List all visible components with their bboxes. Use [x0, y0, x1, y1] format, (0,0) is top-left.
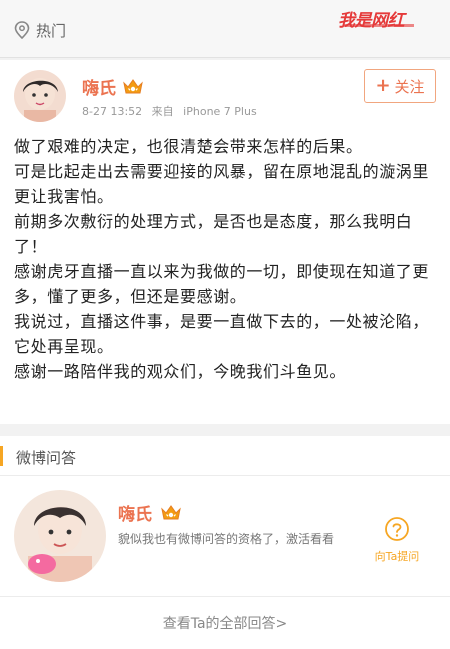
ask-question-button[interactable]: 向Ta提问	[362, 516, 432, 572]
username-text: 嗨氏	[82, 79, 116, 99]
follow-button[interactable]: + 关注	[364, 69, 436, 103]
watermark-text: 我是网红	[338, 11, 405, 31]
weibo-qa-section: 微博问答 嗨氏 貌似我也有微博问答的资格了，激活看看 向Ta提问 查看Ta的全部…	[0, 436, 450, 649]
plus-icon: +	[375, 75, 391, 96]
post-source-prefix: 来自	[151, 105, 174, 118]
post-card: 嗨氏 8-27 13:52 来自 iPhone 7 Plus + 关注 做了艰难…	[0, 60, 450, 424]
post-meta: 8-27 13:52 来自 iPhone 7 Plus	[82, 103, 263, 119]
ask-label: 向Ta提问	[374, 550, 420, 563]
section-title: 微博问答	[16, 449, 77, 467]
hot-label: 热门	[36, 21, 67, 40]
crown-badge-icon	[122, 78, 144, 96]
view-all-answers-link[interactable]: 查看Ta的全部回答>	[0, 596, 450, 649]
post-paragraph: 可是比起走出去需要迎接的风暴，留在原地混乱的漩涡里更让我害怕。	[14, 162, 430, 206]
post-time: 8-27 13:52	[82, 105, 143, 118]
hot-link[interactable]: 热门	[14, 18, 66, 42]
qa-username[interactable]: 嗨氏	[118, 500, 182, 525]
avatar[interactable]	[14, 70, 66, 122]
post-paragraph: 感谢虎牙直播一直以来为我做的一切，即使现在知道了更多，懂了更多，但还是要感谢。	[14, 262, 430, 306]
post-paragraph: 我说过，直播这件事，是要一直做下去的，一处被沦陷，它处再呈现。	[14, 312, 430, 356]
question-bubble-icon	[383, 516, 411, 544]
top-bar: 热门 我是网红	[0, 0, 450, 58]
crown-badge-icon	[160, 504, 182, 522]
qa-username-text: 嗨氏	[118, 505, 152, 525]
post-body: 做了艰难的决定，也很清楚会带来怎样的后果。 可是比起走出去需要迎接的风暴，留在原…	[14, 134, 438, 384]
qa-description: 貌似我也有微博问答的资格了，激活看看	[118, 532, 335, 546]
post-paragraph: 前期多次敷衍的处理方式，是否也是态度，那么我明白了！	[14, 212, 413, 256]
qa-avatar[interactable]	[14, 490, 106, 582]
post-source-device[interactable]: iPhone 7 Plus	[183, 105, 257, 118]
weibo-post-page: 热门 我是网红 嗨氏 8-27 13:52 来自 iPhone 7 Plus +…	[0, 0, 450, 649]
follow-label: 关注	[394, 77, 425, 96]
section-accent-bar	[0, 446, 3, 466]
post-username[interactable]: 嗨氏	[82, 74, 144, 99]
qa-profile-row: 嗨氏 貌似我也有微博问答的资格了，激活看看 向Ta提问	[0, 476, 450, 596]
watermark-logo: 我是网红	[338, 6, 424, 31]
post-paragraph: 做了艰难的决定，也很清楚会带来怎样的后果。	[14, 137, 363, 156]
section-header: 微博问答	[0, 436, 450, 476]
post-paragraph: 感谢一路陪伴我的观众们，今晚我们斗鱼见。	[14, 362, 347, 381]
location-pin-icon	[14, 21, 30, 40]
watermark-underline	[344, 24, 414, 27]
